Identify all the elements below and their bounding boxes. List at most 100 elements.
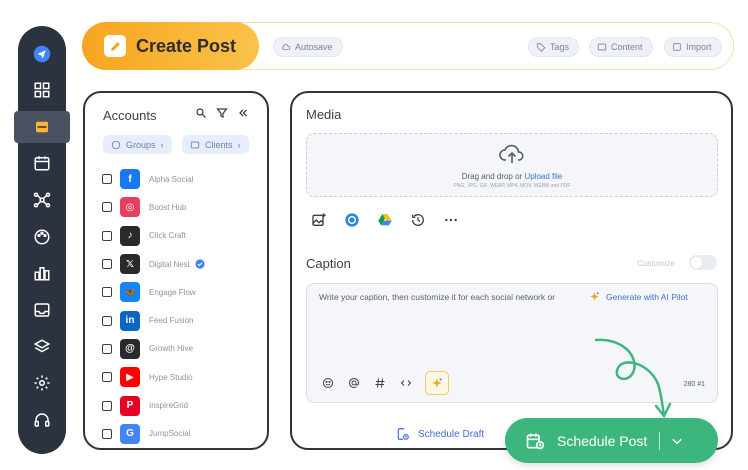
account-row[interactable]: in Feed Fusion bbox=[102, 306, 262, 334]
ai-assist-button[interactable] bbox=[425, 371, 449, 395]
import-icon bbox=[673, 43, 681, 51]
threads-icon: @ bbox=[120, 338, 140, 359]
account-checkbox[interactable] bbox=[102, 174, 112, 185]
cloud-icon bbox=[282, 44, 291, 50]
media-title: Media bbox=[306, 107, 342, 122]
account-row[interactable]: ◎ Boost Hub bbox=[102, 193, 262, 221]
sparkle-icon bbox=[590, 291, 599, 302]
account-row[interactable]: 🦋 Engage Flow bbox=[102, 278, 262, 306]
layers-icon[interactable] bbox=[28, 333, 56, 361]
import-chip[interactable]: Import bbox=[664, 37, 722, 57]
support-icon[interactable] bbox=[28, 406, 56, 434]
emoji-icon[interactable] bbox=[321, 376, 335, 390]
account-name: Click Craft bbox=[149, 231, 186, 241]
sparkle-icon bbox=[432, 378, 442, 388]
network-icon[interactable] bbox=[28, 186, 56, 214]
account-checkbox[interactable] bbox=[102, 315, 112, 326]
create-post-nav-icon[interactable] bbox=[14, 111, 70, 143]
schedule-post-label: Schedule Post bbox=[557, 432, 648, 449]
account-name: InspireGrid bbox=[149, 401, 189, 411]
account-checkbox[interactable] bbox=[102, 287, 112, 298]
tags-chip[interactable]: Tags bbox=[528, 37, 580, 57]
media-dropzone[interactable]: Drag and drop or Upload file PNG, JPG, G… bbox=[306, 133, 718, 197]
supported-formats: PNG, JPG, GIF, WEBP, MP4, MOV, WEBM and … bbox=[453, 183, 571, 189]
caption-editor[interactable]: Write your caption, then customize it fo… bbox=[306, 283, 718, 403]
account-checkbox[interactable] bbox=[102, 343, 112, 354]
tiktok-icon: ♪ bbox=[120, 225, 140, 246]
google-business-icon: G bbox=[120, 423, 140, 444]
draft-calendar-icon bbox=[397, 428, 409, 440]
drop-text: Drag and drop or bbox=[461, 172, 523, 181]
content-chip[interactable]: Content bbox=[589, 37, 653, 57]
account-checkbox[interactable] bbox=[102, 230, 112, 241]
button-divider bbox=[659, 431, 661, 450]
chevron-right-icon: › bbox=[237, 139, 241, 150]
filter-icon[interactable] bbox=[216, 107, 228, 119]
settings-icon[interactable] bbox=[28, 369, 56, 397]
schedule-post-button[interactable]: Schedule Post bbox=[505, 418, 718, 463]
code-icon[interactable] bbox=[399, 376, 413, 390]
pinterest-icon: P bbox=[120, 395, 140, 416]
accounts-list: f Alpha Social ◎ Boost Hub ♪ Click Craft 𝕏 Digi… bbox=[102, 165, 262, 448]
send-icon[interactable] bbox=[28, 40, 56, 68]
account-name: JumpSocial bbox=[149, 429, 191, 439]
bluesky-icon: 🦋 bbox=[120, 282, 140, 303]
search-icon[interactable] bbox=[195, 107, 207, 119]
mention-icon[interactable] bbox=[347, 376, 361, 390]
palette-icon[interactable] bbox=[28, 223, 56, 251]
google-drive-icon[interactable] bbox=[376, 211, 394, 229]
schedule-draft-button[interactable]: Schedule Draft bbox=[396, 427, 484, 441]
accounts-title: Accounts bbox=[103, 108, 157, 123]
account-name: Feed Fusion bbox=[149, 316, 194, 326]
verified-badge-icon bbox=[195, 259, 205, 269]
account-row[interactable]: ▶ Hype Studio bbox=[102, 363, 262, 391]
autosave-label: Autosave bbox=[295, 42, 333, 52]
schedule-draft-label: Schedule Draft bbox=[418, 428, 485, 440]
upload-cloud-icon bbox=[499, 144, 524, 163]
caption-placeholder: Write your caption, then customize it fo… bbox=[319, 292, 556, 302]
youtube-icon: ▶ bbox=[120, 367, 140, 388]
facebook-icon: f bbox=[120, 169, 140, 190]
compose-panel: Media Drag and drop or Upload file PNG, … bbox=[290, 91, 733, 450]
upload-file-link[interactable]: Upload file bbox=[524, 172, 562, 181]
autosave-chip[interactable]: Autosave bbox=[273, 37, 343, 57]
account-checkbox[interactable] bbox=[102, 202, 112, 213]
account-checkbox[interactable] bbox=[102, 400, 112, 411]
more-options-icon[interactable] bbox=[442, 211, 460, 229]
sidebar bbox=[14, 26, 70, 454]
groups-filter[interactable]: Groups › bbox=[103, 135, 172, 154]
account-name: Digital Nest bbox=[149, 259, 190, 269]
account-row[interactable]: f Alpha Social bbox=[102, 165, 262, 193]
add-image-icon[interactable] bbox=[310, 211, 328, 229]
account-name: Alpha Social bbox=[149, 174, 194, 184]
account-name: Engage Flow bbox=[149, 287, 196, 297]
account-row[interactable]: P InspireGrid bbox=[102, 391, 262, 419]
account-checkbox[interactable] bbox=[102, 372, 112, 383]
account-row[interactable]: 𝕏 Digital Nest bbox=[102, 250, 262, 278]
header-bar: Create Post Autosave Tags Content Import bbox=[82, 22, 734, 70]
account-checkbox[interactable] bbox=[102, 428, 112, 439]
calendar-icon[interactable] bbox=[28, 149, 56, 177]
x-icon: 𝕏 bbox=[120, 254, 140, 275]
account-name: Hype Studio bbox=[149, 372, 193, 382]
dashboard-icon[interactable] bbox=[28, 76, 56, 104]
account-checkbox[interactable] bbox=[102, 259, 112, 270]
schedule-calendar-icon bbox=[526, 433, 545, 449]
clients-filter[interactable]: Clients › bbox=[182, 135, 249, 154]
clients-icon bbox=[190, 141, 200, 148]
customize-toggle[interactable] bbox=[689, 255, 717, 270]
accounts-panel: Accounts Groups › Clients › f Alpha Socia… bbox=[83, 91, 269, 450]
generate-ai-link[interactable]: Generate with AI Pilot bbox=[589, 291, 688, 302]
chevron-down-icon[interactable] bbox=[670, 434, 684, 448]
analytics-icon[interactable] bbox=[28, 259, 56, 287]
account-row[interactable]: ♪ Click Craft bbox=[102, 222, 262, 250]
canva-icon[interactable] bbox=[343, 211, 361, 229]
customize-label: Customize bbox=[637, 259, 675, 268]
character-count: 280 #1 bbox=[683, 381, 705, 388]
account-row[interactable]: G JumpSocial bbox=[102, 420, 262, 448]
history-icon[interactable] bbox=[409, 211, 427, 229]
account-row[interactable]: @ Growth Hive bbox=[102, 335, 262, 363]
collapse-icon[interactable] bbox=[237, 107, 249, 119]
hashtag-icon[interactable] bbox=[373, 376, 387, 390]
inbox-icon[interactable] bbox=[28, 296, 56, 324]
